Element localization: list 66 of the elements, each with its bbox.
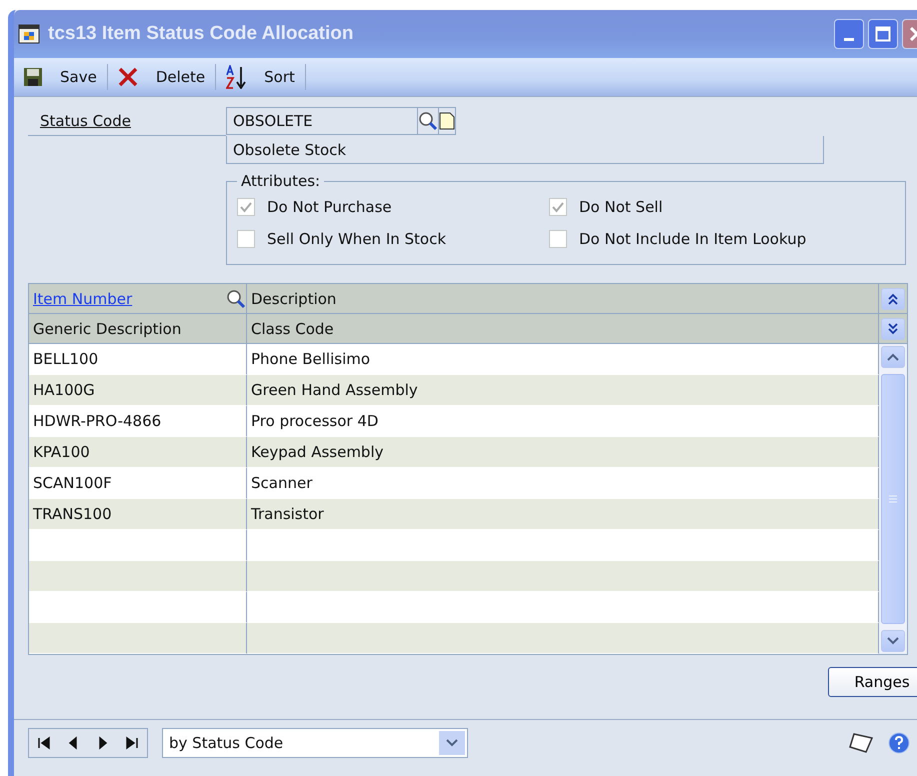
table-cell: Phone Bellisimo (247, 344, 879, 375)
status-code-label[interactable]: Status Code (28, 112, 226, 130)
checkbox-label: Do Not Include In Item Lookup (579, 230, 806, 248)
checkbox-label: Sell Only When In Stock (267, 230, 446, 248)
collapse-button[interactable] (879, 284, 907, 314)
note-icon[interactable] (848, 732, 874, 754)
checkbox[interactable] (237, 230, 255, 248)
table-cell: Pro processor 4D (247, 406, 879, 437)
expand-button[interactable] (879, 314, 907, 344)
attribute-checkbox[interactable]: Do Not Include In Item Lookup (549, 230, 895, 248)
column-header: Generic Description (29, 314, 247, 344)
help-icon[interactable] (888, 732, 910, 754)
first-record-icon[interactable] (36, 736, 51, 750)
minimize-button[interactable] (834, 19, 864, 49)
checkbox-label: Do Not Sell (579, 198, 663, 216)
new-note-button[interactable] (439, 107, 456, 135)
table-cell: Scanner (247, 468, 879, 499)
double-down-chevron-icon (887, 322, 899, 334)
ranges-button[interactable]: Ranges (828, 667, 917, 697)
column-header: Class Code (247, 314, 879, 344)
sort-by-dropdown[interactable]: by Status Code (162, 728, 468, 758)
checkbox[interactable] (549, 198, 567, 216)
check-icon (240, 201, 252, 213)
table-cell: Transistor (247, 499, 879, 530)
attribute-checkbox[interactable]: Do Not Purchase (237, 198, 549, 216)
scroll-up-button[interactable] (881, 346, 905, 368)
lookup-button[interactable] (418, 107, 439, 135)
search-icon[interactable] (418, 111, 438, 131)
table-cell: HDWR-PRO-4866 (29, 406, 247, 437)
description-field[interactable]: Obsolete Stock (226, 136, 824, 164)
table-cell: SCAN100F (29, 468, 247, 499)
table-cell: TRANS100 (29, 499, 247, 530)
table-cell: Green Hand Assembly (247, 375, 879, 406)
attribute-checkbox[interactable]: Do Not Sell (549, 198, 895, 216)
column-header-label[interactable]: Item Number (33, 290, 132, 308)
column-header[interactable]: Description (247, 284, 879, 314)
scroll-thumb[interactable] (881, 374, 905, 624)
sort-button[interactable]: Sort (216, 62, 305, 92)
window-app-icon (18, 24, 40, 44)
checkbox[interactable] (237, 198, 255, 216)
checkbox[interactable] (549, 230, 567, 248)
attributes-legend: Attributes: (237, 172, 324, 190)
grip-icon (889, 495, 897, 503)
delete-button[interactable]: Delete (108, 62, 216, 92)
note-icon (439, 112, 455, 130)
table-cell: HA100G (29, 375, 247, 406)
maximize-icon (875, 26, 891, 42)
save-button[interactable]: Save (14, 62, 107, 92)
scroll-down-button[interactable] (881, 630, 905, 652)
magnifier-icon[interactable] (226, 288, 246, 308)
double-up-chevron-icon (887, 292, 899, 304)
maximize-button[interactable] (868, 19, 898, 49)
column-header[interactable]: Item Number (29, 284, 247, 314)
sort-az-icon (226, 65, 246, 89)
checkbox-label: Do Not Purchase (267, 198, 392, 216)
minimize-icon (844, 38, 854, 40)
window-title: tcs13 Item Status Code Allocation (48, 23, 354, 45)
table-cell: BELL100 (29, 344, 247, 375)
table-cell: Keypad Assembly (247, 437, 879, 468)
table-cell: KPA100 (29, 437, 247, 468)
x-icon (118, 67, 138, 87)
status-code-field[interactable]: OBSOLETE (226, 107, 418, 135)
column-header-label: Description (251, 290, 336, 308)
attribute-checkbox[interactable]: Sell Only When In Stock (237, 230, 549, 248)
check-icon (552, 201, 564, 213)
last-record-icon[interactable] (125, 736, 140, 750)
